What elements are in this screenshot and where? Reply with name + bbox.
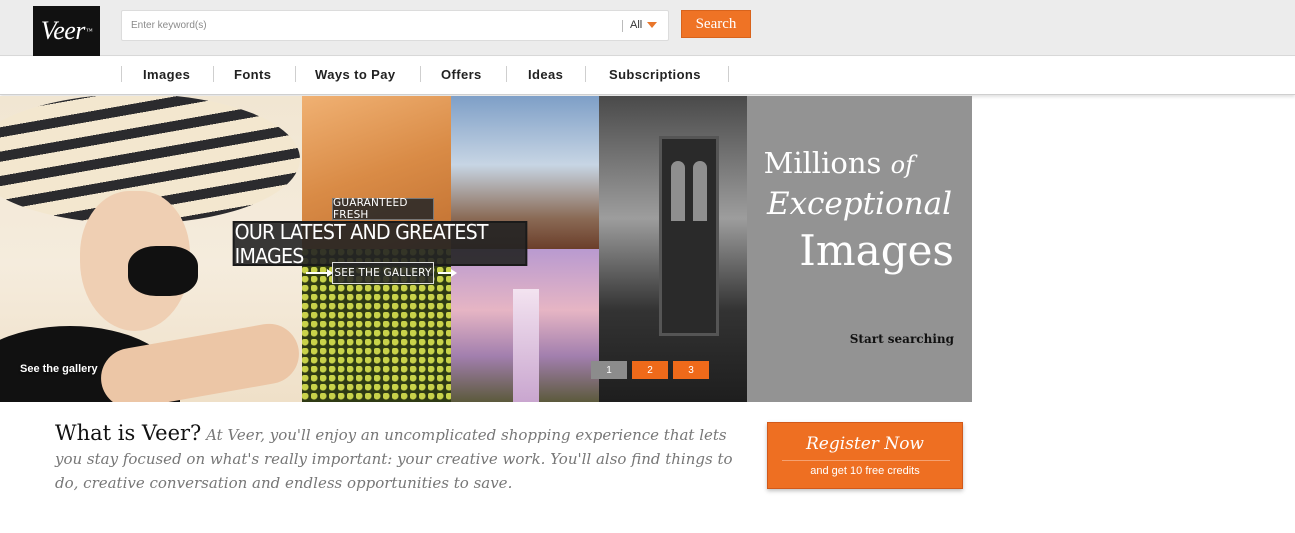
logo-text: Veer (40, 16, 86, 45)
carousel-page-3[interactable]: 3 (673, 361, 709, 379)
latest-images-banner: OUR LATEST AND GREATEST IMAGES (232, 220, 528, 268)
nav-separator (728, 66, 729, 82)
register-now-button[interactable]: Register Now and get 10 free credits (767, 422, 963, 489)
promo-headline-millions: Millions of (764, 146, 914, 180)
guaranteed-fresh-badge: GUARANTEED FRESH (332, 197, 434, 221)
search-button[interactable]: Search (681, 10, 751, 38)
start-searching-link[interactable]: Start searching (850, 332, 954, 346)
register-free-credits-label: and get 10 free credits (810, 465, 920, 477)
waterfall-shape (513, 289, 539, 402)
hero-image-bridge[interactable] (599, 96, 747, 402)
register-now-label: Register Now (806, 434, 924, 454)
top-bar: Veer™ All Search (0, 0, 1295, 56)
nav-separator (121, 66, 122, 82)
carousel-page-1[interactable]: 1 (591, 361, 627, 379)
register-divider (782, 460, 950, 461)
arrow-right-icon (306, 269, 333, 277)
main-nav: Images Fonts Ways to Pay Offers Ideas Su… (0, 57, 1295, 95)
veer-logo[interactable]: Veer ™ (33, 6, 100, 56)
carousel-page-2[interactable]: 2 (632, 361, 668, 379)
bridge-arch-shape (671, 161, 685, 221)
scope-divider (622, 20, 623, 32)
nav-separator (506, 66, 507, 82)
arrow-right-icon (438, 269, 457, 277)
dropdown-arrow-icon (647, 22, 658, 28)
trademark-mark: ™ (85, 27, 93, 35)
promo-word-millions: Millions (763, 146, 882, 180)
nav-item-images[interactable]: Images (143, 66, 190, 84)
search-box: All (121, 10, 669, 41)
nav-separator (420, 66, 421, 82)
what-is-veer-title: What is Veer? (55, 421, 202, 445)
hero-carousel[interactable]: See the gallery GUARANTEED FRESH OUR LAT… (0, 96, 972, 402)
nav-item-ideas[interactable]: Ideas (528, 66, 563, 84)
see-the-gallery-button[interactable]: SEE THE GALLERY (332, 262, 434, 284)
bridge-arch-shape (693, 161, 707, 221)
sunglasses-shape (128, 246, 198, 296)
promo-headline-exceptional: Exceptional (766, 186, 952, 222)
what-is-veer-section: What is Veer? At Veer, you'll enjoy an u… (55, 421, 750, 495)
promo-headline-images: Images (799, 226, 954, 275)
search-scope-select[interactable]: All (630, 19, 658, 31)
search-scope-value: All (630, 19, 643, 31)
nav-separator (213, 66, 214, 82)
bridge-tower-shape (659, 136, 719, 336)
millions-promo-panel[interactable]: Millions of Exceptional Images Start sea… (747, 96, 972, 402)
search-input[interactable] (122, 11, 617, 40)
nav-separator (295, 66, 296, 82)
nav-item-fonts[interactable]: Fonts (234, 66, 271, 84)
nav-item-offers[interactable]: Offers (441, 66, 482, 84)
nav-item-ways-to-pay[interactable]: Ways to Pay (315, 66, 396, 84)
see-gallery-link[interactable]: See the gallery (20, 363, 98, 375)
nav-separator (585, 66, 586, 82)
hero-image-waterfall[interactable] (451, 249, 599, 402)
arm-shape (96, 319, 302, 402)
promo-word-of: of (890, 151, 914, 179)
nav-item-subscriptions[interactable]: Subscriptions (609, 66, 701, 84)
carousel-pager: 1 2 3 (591, 361, 709, 379)
